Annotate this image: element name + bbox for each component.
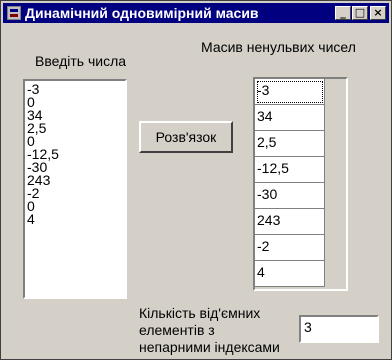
output-grid-cell[interactable]: -2 [255, 235, 325, 261]
maximize-button[interactable]: □ [352, 6, 368, 20]
input-list-item[interactable]: 243 [25, 173, 125, 187]
input-listbox[interactable]: -3 0 34 2,5 0 -12,5 -30 243 -2 0 4 [23, 79, 127, 299]
window-title: Динамічний одновимірний масив [25, 5, 259, 21]
output-label: Масив ненульвих чисел [201, 39, 356, 55]
output-grid[interactable]: -3 34 2,5 -12,5 -30 243 -2 4 [253, 77, 348, 291]
input-list-item[interactable]: -3 [25, 82, 125, 96]
count-result-field[interactable]: 3 [299, 315, 379, 343]
output-grid-cell[interactable]: 2,5 [255, 131, 325, 157]
output-grid-cell[interactable]: 34 [255, 105, 325, 131]
output-grid-cell[interactable]: -12,5 [255, 157, 325, 183]
solve-button[interactable]: Розв'язок [139, 121, 233, 153]
input-list-item[interactable]: 4 [25, 212, 125, 226]
title-bar[interactable]: Динамічний одновимірний масив _ □ × [3, 3, 389, 23]
app-icon[interactable] [7, 6, 21, 20]
minimize-button[interactable]: _ [335, 6, 351, 20]
input-list-item[interactable]: -2 [25, 186, 125, 200]
app-window: Динамічний одновимірний масив _ □ × Введ… [0, 0, 392, 360]
input-list-item[interactable]: 2,5 [25, 121, 125, 135]
output-grid-cell[interactable]: -3 [255, 79, 325, 105]
input-label: Введіть числа [35, 53, 127, 69]
count-label-line-2: елементів з [139, 322, 215, 338]
close-button[interactable]: × [370, 6, 386, 20]
output-grid-cell[interactable]: 4 [255, 261, 325, 287]
output-grid-cell[interactable]: 243 [255, 209, 325, 235]
input-list-item[interactable]: 0 [25, 199, 125, 213]
count-label: Кількість від'ємних елементів з непарним… [139, 305, 280, 356]
count-label-line-1: Кількість від'ємних [139, 305, 261, 321]
output-grid-cell[interactable]: -30 [255, 183, 325, 209]
count-label-line-3: непарними індексами [139, 339, 280, 355]
